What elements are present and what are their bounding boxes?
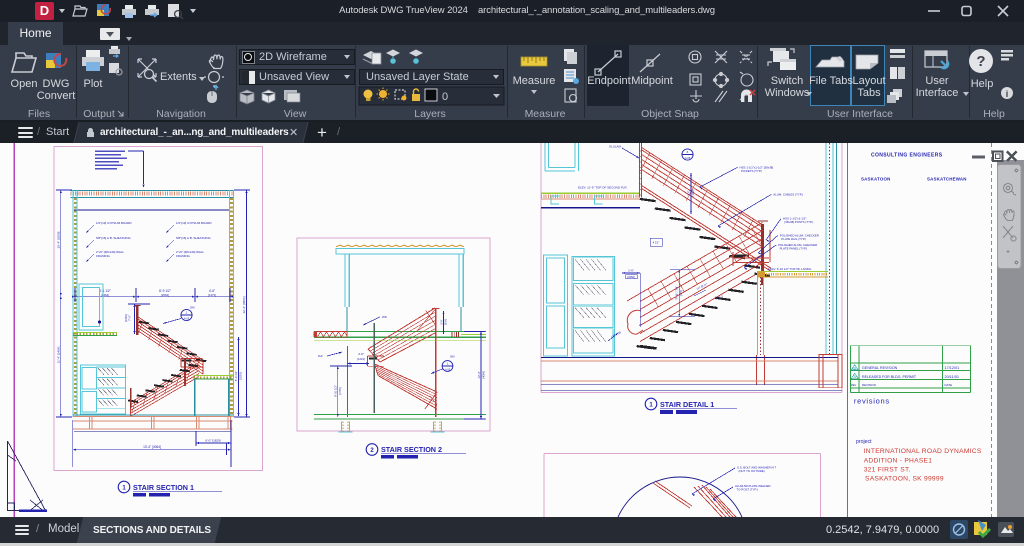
svg-text:11'-4" [3454]: 11'-4" [3454] [57,347,61,364]
svg-text:ALUM. CABLES (TYP.): ALUM. CABLES (TYP.) [773,192,803,196]
svg-text:REVISION: REVISION [862,383,876,387]
svg-text:3'-6": 3'-6" [686,190,690,195]
svg-text:20'-4" [6200]: 20'-4" [6200] [57,231,61,248]
svg-text:3'-0": 3'-0" [439,319,443,324]
svg-text:13'-4" [4064]: 13'-4" [4064] [143,445,161,449]
svg-text:ADDITION - PHASE1: ADDITION - PHASE1 [864,458,933,465]
svg-text:[38x38] POSTS (TYP.): [38x38] POSTS (TYP.) [785,220,814,224]
svg-text:SASKATCHEWAN: SASKATCHEWAN [927,177,967,182]
svg-text:7'-6": 7'-6" [128,315,132,321]
svg-text:22'-4" [6804]: 22'-4" [6804] [242,296,246,313]
svg-text:[914]: [914] [445,319,448,325]
svg-text:SIM: SIM [450,356,454,359]
svg-text:6x6: 6x6 [318,354,323,358]
svg-text:SIM: SIM [190,307,194,310]
svg-text:FRAMING: FRAMING [176,254,190,258]
svg-text:[2464]: [2464] [101,293,109,297]
svg-text:PLATE RAIL (TYP.): PLATE RAIL (TYP.) [781,237,806,241]
svg-text:1/2"[13] GYPSUM BOARD: 1/2"[13] GYPSUM BOARD [96,221,132,225]
svg-text:STAIR SECTION 1: STAIR SECTION 1 [133,483,194,492]
svg-text:[2705]: [2705] [339,387,342,394]
svg-text:6'-0" [1829]: 6'-0" [1829] [205,438,220,442]
svg-text:RELEASED FOR BLDG. PERMIT: RELEASED FOR BLDG. PERMIT [862,375,917,379]
svg-text:GLULAM: GLULAM [609,145,621,149]
svg-text:8'-10 1/2": 8'-10 1/2" [334,385,338,397]
svg-text:STAIR SECTION 2: STAIR SECTION 2 [381,445,442,454]
svg-text:STAIR DETAIL 1: STAIR DETAIL 1 [660,400,714,409]
svg-text:1/2"[13] GYPSUM BOARD: 1/2"[13] GYPSUM BOARD [176,221,212,225]
svg-text:A-05: A-05 [445,369,451,372]
svg-text:7R @ 7 3/4": 7R @ 7 3/4" [675,286,679,300]
svg-text:321 FIRST ST.: 321 FIRST ST. [864,467,911,474]
svg-text:[2664]: [2664] [161,293,169,297]
svg-text:0: 0 [442,91,448,103]
svg-text:A-05: A-05 [685,157,691,160]
svg-text:ELEV. 11'-6" TOP OF SECOND FLR: ELEV. 11'-6" TOP OF SECOND FLR. [578,186,627,190]
svg-text:8'-0 1/2": 8'-0 1/2" [234,371,238,382]
svg-text:CONSULTING ENGINEERS: CONSULTING ENGINEERS [871,153,943,159]
svg-text:13'-4": 13'-4" [477,371,481,378]
svg-text:20/11/01: 20/11/01 [945,375,960,379]
svg-text:A-05: A-05 [184,318,190,321]
svg-text:i: i [1006,89,1009,99]
svg-text:REV: REV [851,383,857,387]
svg-text:1'-6": 1'-6" [628,269,634,273]
svg-text:4'-0": 4'-0" [358,352,364,356]
svg-text:[0456]: [0456] [627,275,634,279]
svg-text:4 1/2": 4 1/2" [653,242,660,245]
svg-text:INTERNATIONAL ROAD DYNAMICS: INTERNATIONAL ROAD DYNAMICS [864,448,982,455]
svg-text:17/12/01: 17/12/01 [945,366,960,370]
svg-text:GENERAL REVISION: GENERAL REVISION [862,366,898,370]
svg-text:PICKETS (TYP.): PICKETS (TYP.) [741,169,762,173]
svg-text:TO POST (TYP.): TO POST (TYP.) [737,488,758,492]
svg-text:[4064]: [4064] [482,371,485,378]
svg-text:?: ? [976,53,985,70]
svg-text:W8: W8 [382,315,387,319]
svg-text:project: project [856,439,872,445]
svg-text:SASKATOON, SK 99999: SASKATOON, SK 99999 [865,475,944,482]
svg-text:[1373]: [1373] [208,293,216,297]
svg-text:5/8"[16] A.B. SHEATHING: 5/8"[16] A.B. SHEATHING [176,236,211,240]
svg-text:[1067]: [1067] [692,189,695,196]
svg-text:[197]: [197] [680,290,683,296]
svg-text:5/8"[16] A.B. SHEATHING: 5/8"[16] A.B. SHEATHING [96,236,131,240]
svg-text:[1981]: [1981] [124,314,128,321]
svg-text:[1219]: [1219] [357,357,365,361]
svg-text:PLATE PANEL (TYP.): PLATE PANEL (TYP.) [780,247,808,251]
svg-text:[2591]: [2591] [239,372,243,379]
svg-text:FRAMING: FRAMING [96,254,110,258]
svg-text:revisions: revisions [854,397,890,406]
svg-text:ELEV. 5'-10 1/2" TOP OF LANDG.: ELEV. 5'-10 1/2" TOP OF LANDG. [768,267,812,271]
svg-text:(NUT TO OUTSIDE): (NUT TO OUTSIDE) [739,469,765,473]
svg-text:DATE: DATE [945,383,953,387]
svg-text:SASKATOON: SASKATOON [861,177,890,182]
